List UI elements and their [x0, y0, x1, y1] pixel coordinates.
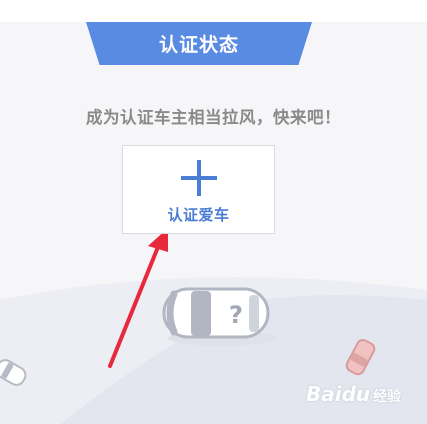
plus-icon: [181, 160, 217, 196]
status-banner: 认证状态: [86, 22, 312, 65]
status-title: 认证状态: [158, 34, 239, 56]
baidu-watermark: Baidu 经验: [306, 382, 401, 406]
car-question-mark: ?: [229, 301, 243, 329]
car-question-icon: ?: [162, 287, 276, 346]
watermark-brand: Baidu: [306, 382, 371, 406]
promo-text: 成为认证车主相当拉风，快来吧！: [86, 108, 341, 127]
certify-car-label: 认证爱车: [167, 206, 230, 224]
certify-car-button[interactable]: 认证爱车: [122, 145, 275, 234]
watermark-suffix: 经验: [373, 389, 402, 405]
